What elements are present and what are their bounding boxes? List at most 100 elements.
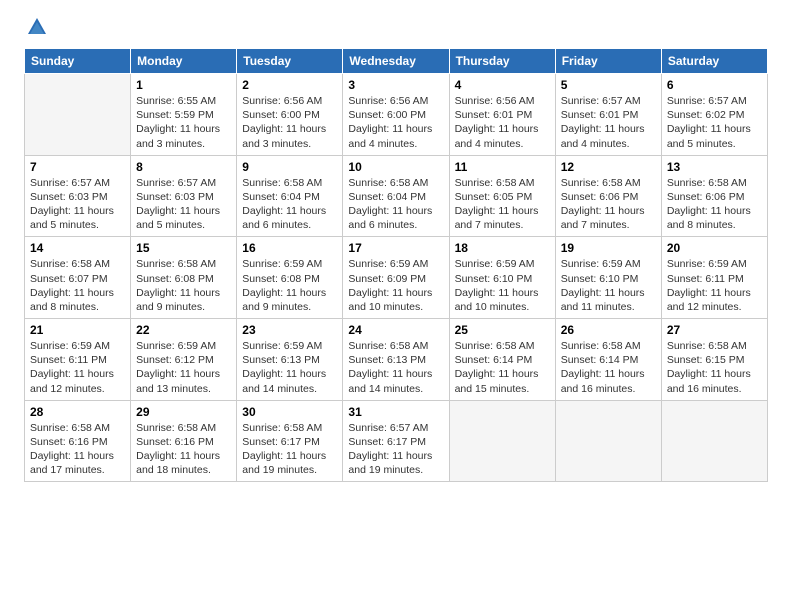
page: SundayMondayTuesdayWednesdayThursdayFrid…: [0, 0, 792, 498]
calendar-cell: 10 Sunrise: 6:58 AMSunset: 6:04 PMDayligh…: [343, 155, 449, 237]
day-number: 1: [136, 78, 231, 92]
day-number: 14: [30, 241, 125, 255]
day-info: Sunrise: 6:58 AMSunset: 6:16 PMDaylight:…: [136, 421, 231, 478]
weekday-header-row: SundayMondayTuesdayWednesdayThursdayFrid…: [25, 49, 768, 74]
day-number: 8: [136, 160, 231, 174]
calendar-cell: [661, 400, 767, 482]
weekday-header-wednesday: Wednesday: [343, 49, 449, 74]
day-info: Sunrise: 6:59 AMSunset: 6:10 PMDaylight:…: [455, 257, 550, 314]
day-info: Sunrise: 6:55 AMSunset: 5:59 PMDaylight:…: [136, 94, 231, 151]
calendar-cell: [555, 400, 661, 482]
day-info: Sunrise: 6:58 AMSunset: 6:04 PMDaylight:…: [348, 176, 443, 233]
calendar-cell: 3 Sunrise: 6:56 AMSunset: 6:00 PMDaylight…: [343, 74, 449, 156]
day-info: Sunrise: 6:59 AMSunset: 6:12 PMDaylight:…: [136, 339, 231, 396]
weekday-header-thursday: Thursday: [449, 49, 555, 74]
day-info: Sunrise: 6:58 AMSunset: 6:07 PMDaylight:…: [30, 257, 125, 314]
calendar-cell: 29 Sunrise: 6:58 AMSunset: 6:16 PMDayligh…: [131, 400, 237, 482]
day-number: 20: [667, 241, 762, 255]
day-number: 17: [348, 241, 443, 255]
day-info: Sunrise: 6:58 AMSunset: 6:14 PMDaylight:…: [561, 339, 656, 396]
calendar-table: SundayMondayTuesdayWednesdayThursdayFrid…: [24, 48, 768, 482]
day-number: 27: [667, 323, 762, 337]
calendar-cell: 21Sunrise: 6:59 AMSunset: 6:11 PMDayligh…: [25, 319, 131, 401]
calendar-cell: 6 Sunrise: 6:57 AMSunset: 6:02 PMDaylight…: [661, 74, 767, 156]
day-info: Sunrise: 6:59 AMSunset: 6:13 PMDaylight:…: [242, 339, 337, 396]
calendar-cell: 31 Sunrise: 6:57 AMSunset: 6:17 PMDayligh…: [343, 400, 449, 482]
day-number: 12: [561, 160, 656, 174]
day-number: 13: [667, 160, 762, 174]
day-info: Sunrise: 6:57 AMSunset: 6:17 PMDaylight:…: [348, 421, 443, 478]
day-number: 25: [455, 323, 550, 337]
day-number: 6: [667, 78, 762, 92]
day-number: 2: [242, 78, 337, 92]
calendar-cell: 17 Sunrise: 6:59 AMSunset: 6:09 PMDayligh…: [343, 237, 449, 319]
day-number: 23: [242, 323, 337, 337]
day-number: 15: [136, 241, 231, 255]
day-info: Sunrise: 6:59 AMSunset: 6:11 PMDaylight:…: [667, 257, 762, 314]
week-row-3: 14 Sunrise: 6:58 AMSunset: 6:07 PMDayligh…: [25, 237, 768, 319]
day-number: 18: [455, 241, 550, 255]
week-row-5: 28 Sunrise: 6:58 AMSunset: 6:16 PMDayligh…: [25, 400, 768, 482]
day-info: Sunrise: 6:58 AMSunset: 6:14 PMDaylight:…: [455, 339, 550, 396]
day-info: Sunrise: 6:58 AMSunset: 6:16 PMDaylight:…: [30, 421, 125, 478]
day-number: 28: [30, 405, 125, 419]
day-info: Sunrise: 6:56 AMSunset: 6:01 PMDaylight:…: [455, 94, 550, 151]
day-info: Sunrise: 6:57 AMSunset: 6:01 PMDaylight:…: [561, 94, 656, 151]
calendar-cell: 20 Sunrise: 6:59 AMSunset: 6:11 PMDayligh…: [661, 237, 767, 319]
day-number: 19: [561, 241, 656, 255]
calendar-cell: 5 Sunrise: 6:57 AMSunset: 6:01 PMDaylight…: [555, 74, 661, 156]
calendar-cell: 18 Sunrise: 6:59 AMSunset: 6:10 PMDayligh…: [449, 237, 555, 319]
calendar-cell: 13Sunrise: 6:58 AMSunset: 6:06 PMDayligh…: [661, 155, 767, 237]
calendar-cell: 1 Sunrise: 6:55 AMSunset: 5:59 PMDaylight…: [131, 74, 237, 156]
calendar-cell: 8 Sunrise: 6:57 AMSunset: 6:03 PMDaylight…: [131, 155, 237, 237]
day-info: Sunrise: 6:58 AMSunset: 6:05 PMDaylight:…: [455, 176, 550, 233]
day-info: Sunrise: 6:56 AMSunset: 6:00 PMDaylight:…: [242, 94, 337, 151]
day-info: Sunrise: 6:59 AMSunset: 6:10 PMDaylight:…: [561, 257, 656, 314]
day-number: 22: [136, 323, 231, 337]
day-info: Sunrise: 6:58 AMSunset: 6:06 PMDaylight:…: [561, 176, 656, 233]
weekday-header-saturday: Saturday: [661, 49, 767, 74]
day-info: Sunrise: 6:56 AMSunset: 6:00 PMDaylight:…: [348, 94, 443, 151]
day-number: 24: [348, 323, 443, 337]
day-number: 10: [348, 160, 443, 174]
logo: [24, 20, 48, 34]
calendar-cell: [25, 74, 131, 156]
day-number: 31: [348, 405, 443, 419]
day-info: Sunrise: 6:58 AMSunset: 6:15 PMDaylight:…: [667, 339, 762, 396]
weekday-header-tuesday: Tuesday: [237, 49, 343, 74]
day-info: Sunrise: 6:58 AMSunset: 6:04 PMDaylight:…: [242, 176, 337, 233]
calendar-cell: 24 Sunrise: 6:58 AMSunset: 6:13 PMDayligh…: [343, 319, 449, 401]
week-row-4: 21Sunrise: 6:59 AMSunset: 6:11 PMDayligh…: [25, 319, 768, 401]
day-number: 30: [242, 405, 337, 419]
day-info: Sunrise: 6:58 AMSunset: 6:13 PMDaylight:…: [348, 339, 443, 396]
day-info: Sunrise: 6:57 AMSunset: 6:03 PMDaylight:…: [30, 176, 125, 233]
calendar-cell: 2 Sunrise: 6:56 AMSunset: 6:00 PMDaylight…: [237, 74, 343, 156]
day-number: 11: [455, 160, 550, 174]
calendar-cell: 11 Sunrise: 6:58 AMSunset: 6:05 PMDayligh…: [449, 155, 555, 237]
logo-icon: [26, 16, 48, 38]
day-number: 16: [242, 241, 337, 255]
weekday-header-sunday: Sunday: [25, 49, 131, 74]
calendar-cell: 9 Sunrise: 6:58 AMSunset: 6:04 PMDaylight…: [237, 155, 343, 237]
day-number: 3: [348, 78, 443, 92]
day-info: Sunrise: 6:59 AMSunset: 6:09 PMDaylight:…: [348, 257, 443, 314]
day-info: Sunrise: 6:58 AMSunset: 6:08 PMDaylight:…: [136, 257, 231, 314]
calendar-cell: 30Sunrise: 6:58 AMSunset: 6:17 PMDayligh…: [237, 400, 343, 482]
calendar-cell: 23 Sunrise: 6:59 AMSunset: 6:13 PMDayligh…: [237, 319, 343, 401]
header: [24, 20, 768, 34]
calendar-cell: 27 Sunrise: 6:58 AMSunset: 6:15 PMDayligh…: [661, 319, 767, 401]
weekday-header-monday: Monday: [131, 49, 237, 74]
week-row-2: 7 Sunrise: 6:57 AMSunset: 6:03 PMDaylight…: [25, 155, 768, 237]
calendar-cell: 25 Sunrise: 6:58 AMSunset: 6:14 PMDayligh…: [449, 319, 555, 401]
day-number: 5: [561, 78, 656, 92]
day-info: Sunrise: 6:57 AMSunset: 6:02 PMDaylight:…: [667, 94, 762, 151]
day-info: Sunrise: 6:59 AMSunset: 6:11 PMDaylight:…: [30, 339, 125, 396]
day-number: 9: [242, 160, 337, 174]
calendar-cell: 22 Sunrise: 6:59 AMSunset: 6:12 PMDayligh…: [131, 319, 237, 401]
calendar-cell: 12 Sunrise: 6:58 AMSunset: 6:06 PMDayligh…: [555, 155, 661, 237]
calendar-cell: 4Sunrise: 6:56 AMSunset: 6:01 PMDaylight…: [449, 74, 555, 156]
day-number: 7: [30, 160, 125, 174]
weekday-header-friday: Friday: [555, 49, 661, 74]
day-number: 29: [136, 405, 231, 419]
day-info: Sunrise: 6:57 AMSunset: 6:03 PMDaylight:…: [136, 176, 231, 233]
